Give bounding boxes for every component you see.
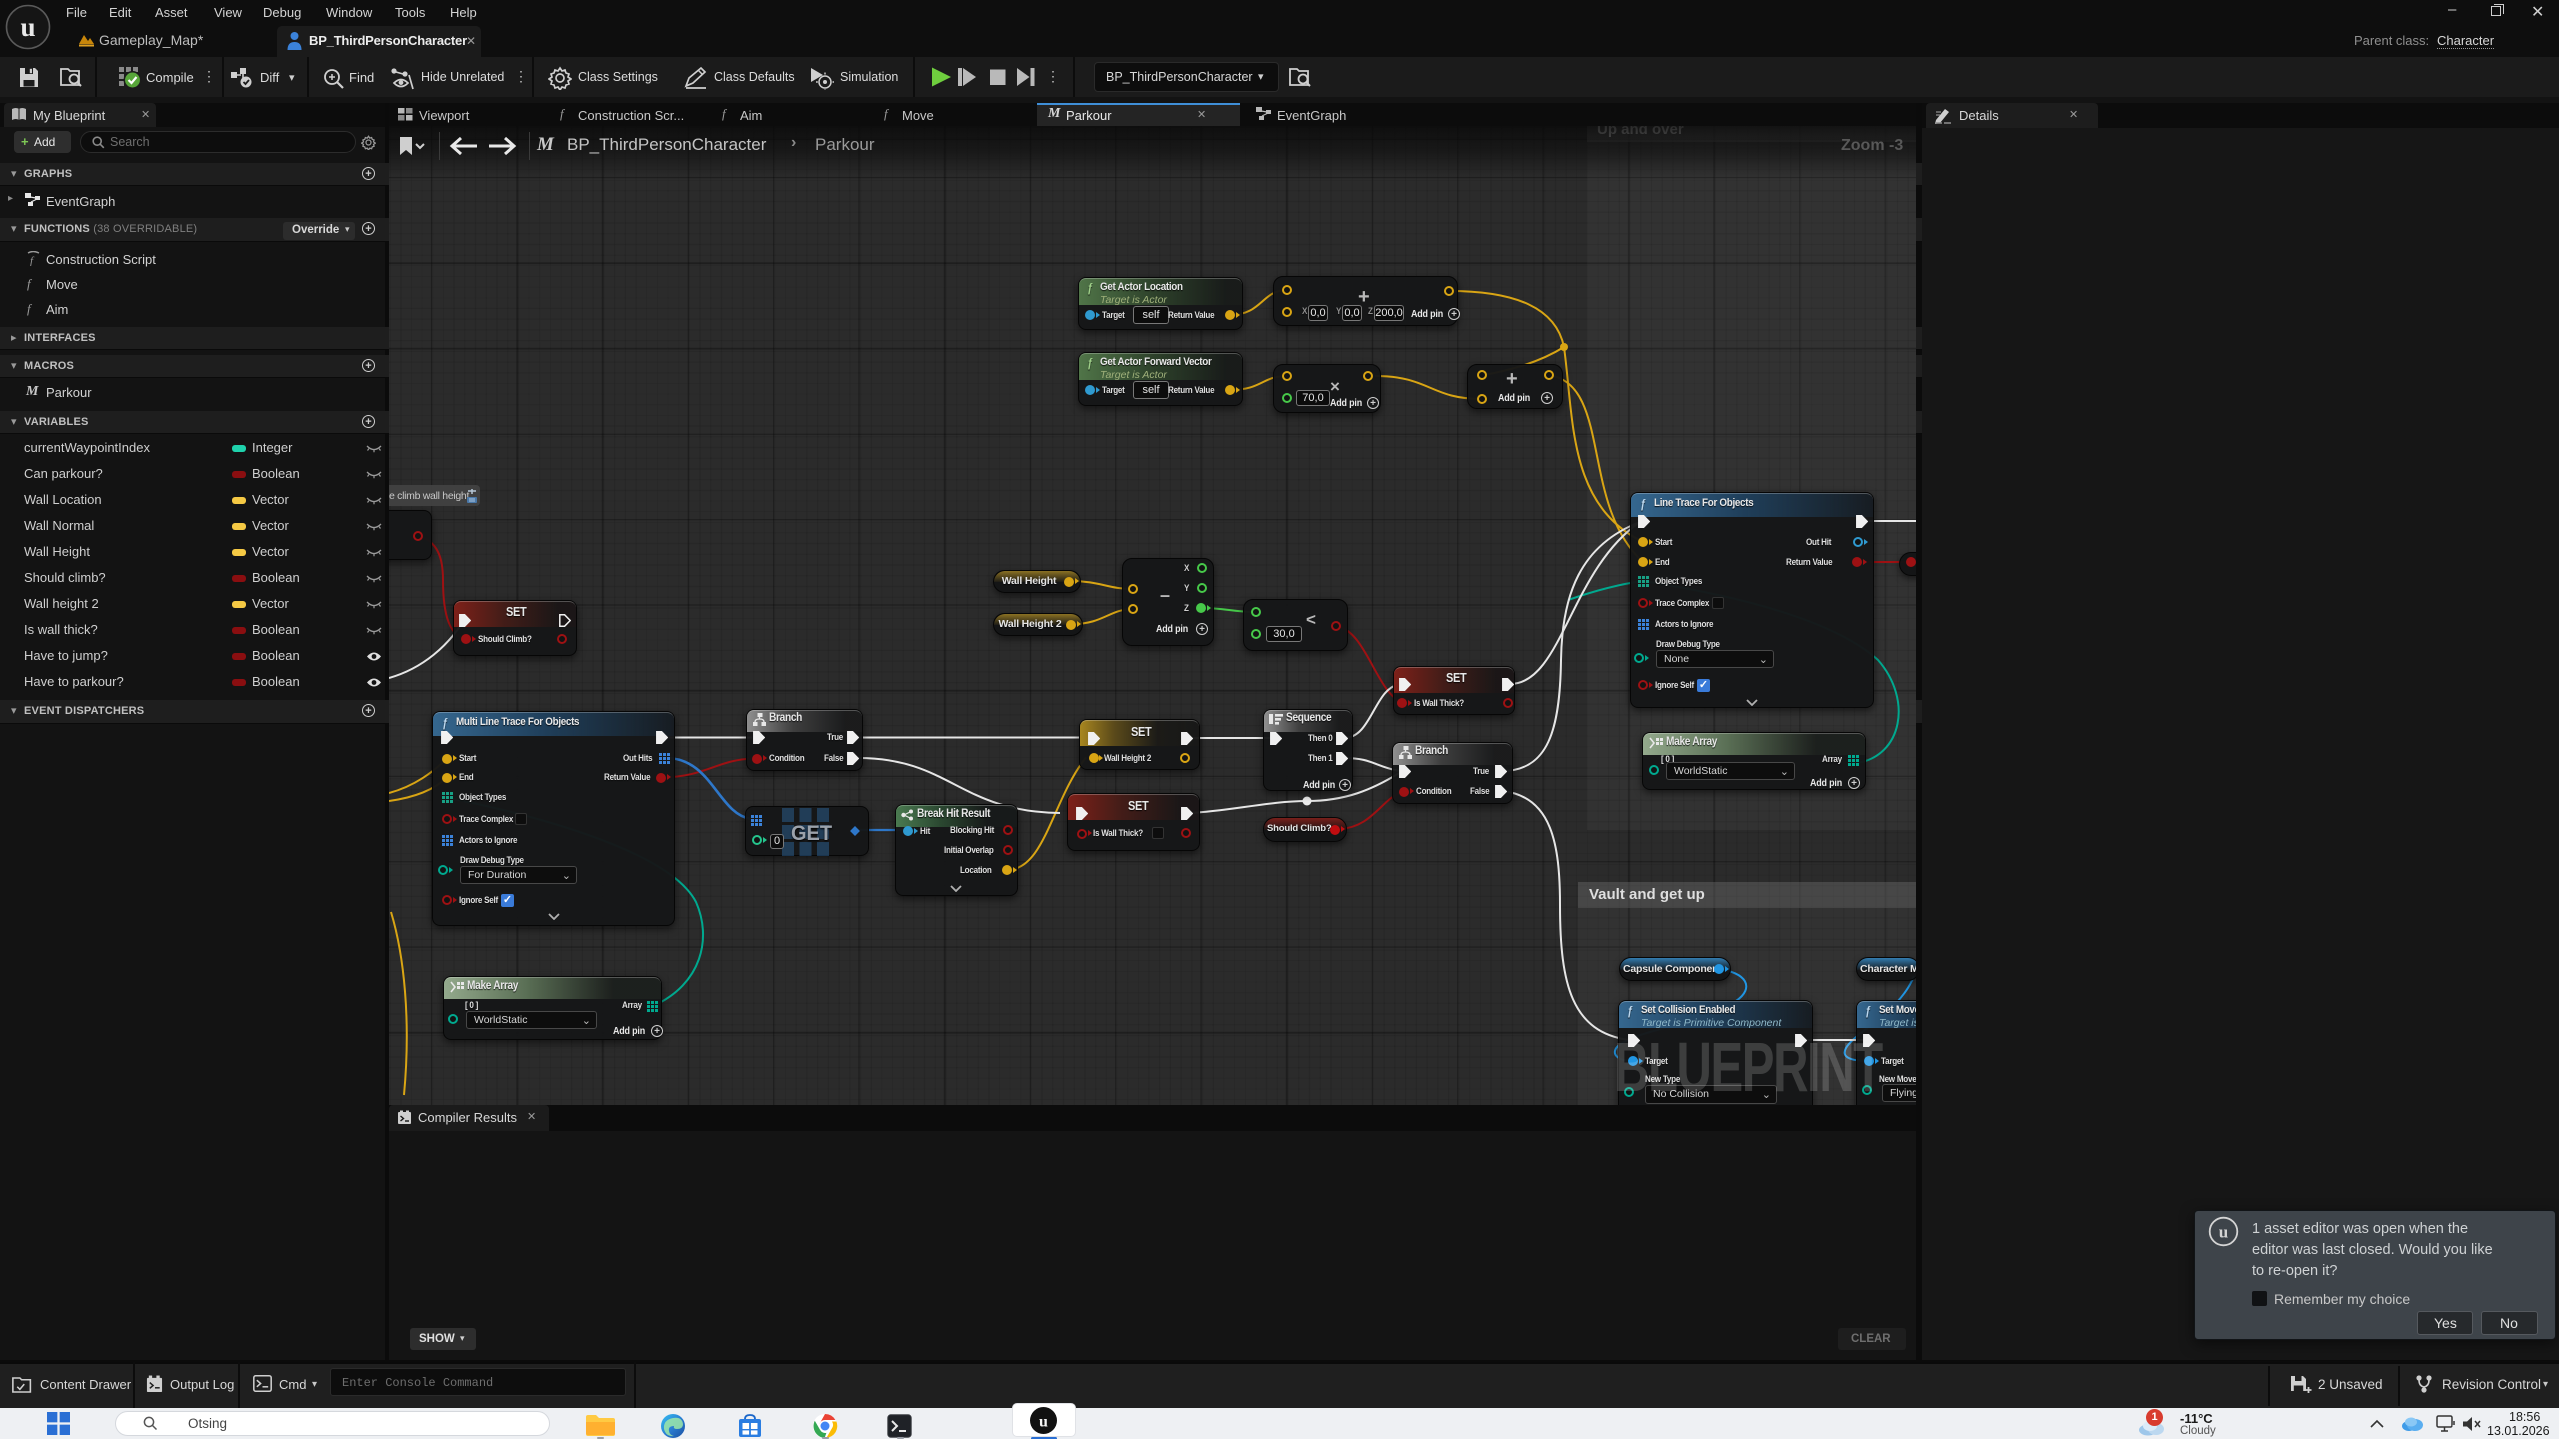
svg-text:u: u: [2219, 1223, 2228, 1242]
svg-text:f: f: [30, 255, 35, 266]
svg-text:u: u: [1039, 1414, 1048, 1431]
svg-text:u: u: [20, 12, 35, 42]
